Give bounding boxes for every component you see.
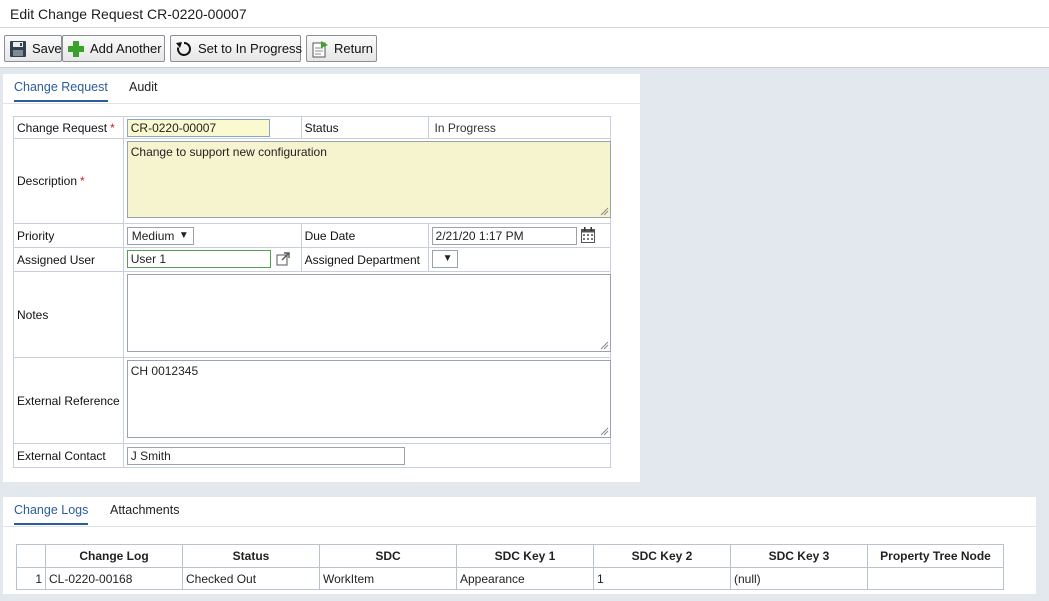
table-cell: (null): [730, 567, 868, 590]
description-value-cell: Change to support new configuration: [122, 138, 612, 224]
refresh-icon: [175, 40, 193, 58]
tab-change-request-label: Change Request: [14, 80, 108, 94]
assigned-department-select[interactable]: ▼: [431, 250, 458, 268]
table-header-row: Change Log Status SDC SDC Key 1 SDC Key …: [16, 544, 1004, 568]
due-date-label: Due Date: [300, 223, 429, 248]
external-reference-textarea[interactable]: CH 0012345: [126, 360, 611, 438]
return-document-icon: [311, 40, 329, 58]
status-label: Status: [300, 116, 429, 139]
external-contact-input[interactable]: J Smith: [126, 447, 405, 465]
change-request-label-cell: Change Request *: [13, 116, 124, 139]
status-value: In Progress: [427, 116, 612, 139]
add-another-button[interactable]: Add Another: [62, 35, 165, 62]
table-cell: Appearance: [456, 567, 594, 590]
column-header[interactable]: Change Log: [45, 544, 183, 568]
column-header[interactable]: Property Tree Node: [867, 544, 1004, 568]
tab-audit-label: Audit: [129, 80, 158, 94]
set-in-progress-button[interactable]: Set to In Progress: [170, 35, 303, 62]
form-tabs: Change Request Audit: [3, 74, 640, 104]
toolbar: Save Add Another Set to In Progress Retu…: [0, 28, 1049, 68]
save-button[interactable]: Save: [4, 35, 62, 62]
tab-change-request[interactable]: Change Request: [14, 80, 108, 102]
priority-value: Medium: [131, 229, 175, 243]
required-marker: *: [110, 120, 115, 135]
description-label-cell: Description *: [13, 138, 124, 224]
external-contact-label: External Contact: [13, 443, 124, 468]
external-reference-text: CH 0012345: [130, 364, 199, 378]
description-text: Change to support new configuration: [130, 145, 327, 159]
change-logs-table: Change Log Status SDC SDC Key 1 SDC Key …: [16, 544, 1004, 590]
open-external-icon[interactable]: [276, 252, 290, 269]
table-cell: CL-0220-00168: [45, 567, 183, 590]
dropdown-arrow-icon: ▼: [178, 230, 189, 241]
assigned-department-value-cell: ▼: [427, 247, 612, 272]
add-another-label: Add Another: [90, 41, 162, 56]
change-request-value-cell: CR-0220-00007: [122, 116, 302, 139]
column-header[interactable]: SDC Key 2: [593, 544, 731, 568]
assigned-user-input[interactable]: User 1: [126, 250, 271, 268]
external-contact-value-cell: J Smith: [122, 443, 612, 468]
save-label: Save: [32, 41, 62, 56]
table-cell: [867, 567, 1004, 590]
external-reference-label: External Reference: [13, 357, 124, 444]
dropdown-arrow-icon: ▼: [442, 253, 453, 264]
assigned-user-label: Assigned User: [13, 247, 124, 272]
priority-label: Priority: [13, 223, 124, 248]
change-request-panel: Change Request Audit Change Request * CR-…: [3, 74, 640, 482]
resize-grip-icon[interactable]: [600, 341, 609, 350]
table-row[interactable]: 1 CL-0220-00168 Checked Out WorkItem App…: [16, 567, 1004, 590]
description-label: Description: [17, 174, 78, 188]
change-request-input[interactable]: CR-0220-00007: [126, 119, 270, 137]
notes-textarea[interactable]: [126, 274, 611, 352]
priority-select[interactable]: Medium ▼: [126, 227, 194, 245]
change-request-label: Change Request: [17, 120, 108, 135]
tab-audit[interactable]: Audit: [129, 80, 158, 100]
page-title: Edit Change Request CR-0220-00007: [10, 6, 247, 22]
column-header[interactable]: SDC: [319, 544, 457, 568]
calendar-icon[interactable]: [580, 227, 595, 246]
row-number: 1: [16, 567, 46, 590]
resize-grip-icon[interactable]: [600, 207, 609, 216]
floppy-disk-icon: [9, 40, 27, 58]
title-bar: Edit Change Request CR-0220-00007: [0, 0, 1049, 28]
notes-label: Notes: [13, 271, 124, 358]
green-plus-icon: [67, 40, 85, 58]
due-date-input[interactable]: 2/21/20 1:17 PM: [431, 227, 577, 245]
column-header[interactable]: Status: [182, 544, 320, 568]
set-in-progress-label: Set to In Progress: [198, 41, 303, 56]
due-date-value-cell: 2/21/20 1:17 PM: [427, 223, 612, 248]
change-request-form: Change Request * CR-0220-00007 Status In …: [13, 116, 612, 468]
column-header[interactable]: [16, 544, 46, 568]
required-marker: *: [80, 174, 85, 188]
notes-value-cell: [122, 271, 612, 358]
external-reference-value-cell: CH 0012345: [122, 357, 612, 444]
tab-change-logs-label: Change Logs: [14, 503, 89, 517]
assigned-user-value-cell: User 1: [122, 247, 302, 272]
assigned-department-label: Assigned Department: [300, 247, 429, 272]
table-cell: WorkItem: [319, 567, 457, 590]
column-header[interactable]: SDC Key 3: [730, 544, 868, 568]
priority-value-cell: Medium ▼: [122, 223, 302, 248]
table-cell: Checked Out: [182, 567, 320, 590]
return-label: Return: [334, 41, 374, 56]
resize-grip-icon[interactable]: [600, 427, 609, 436]
bottom-tabs: Change Logs Attachments: [3, 497, 1036, 527]
return-button[interactable]: Return: [306, 35, 377, 62]
description-textarea[interactable]: Change to support new configuration: [126, 141, 611, 218]
table-cell: 1: [593, 567, 731, 590]
tab-attachments-label: Attachments: [110, 503, 180, 517]
tab-attachments[interactable]: Attachments: [110, 503, 179, 523]
tab-change-logs[interactable]: Change Logs: [14, 503, 89, 525]
change-logs-panel: Change Logs Attachments Change Log Statu…: [3, 497, 1036, 594]
column-header[interactable]: SDC Key 1: [456, 544, 594, 568]
